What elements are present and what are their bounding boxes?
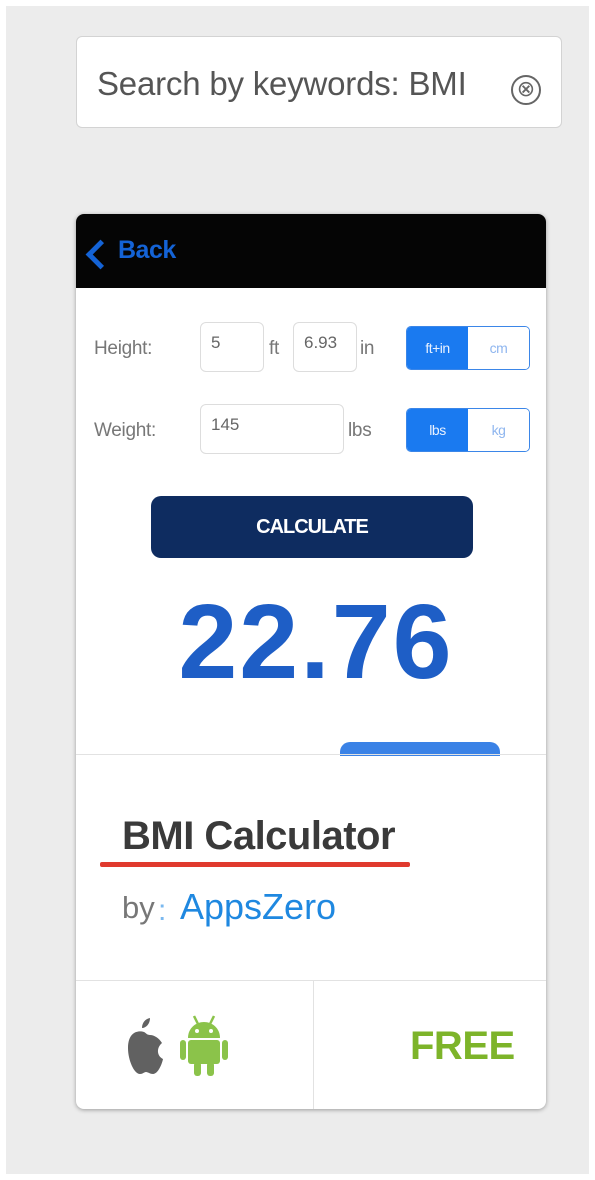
- weight-unit-toggle: lbs kg: [406, 408, 530, 452]
- app-card[interactable]: Back Height: 5 ft 6.93 in ft+in cm Weigh…: [76, 214, 546, 1109]
- footer-divider: [76, 980, 546, 981]
- ft-unit-label: ft: [269, 338, 279, 359]
- developer-link[interactable]: AppsZero: [180, 886, 336, 928]
- height-unit-toggle: ft+in cm: [406, 326, 530, 370]
- search-input[interactable]: Search by keywords: BMI ⊗: [76, 36, 562, 128]
- in-unit-label: in: [360, 338, 375, 359]
- chevron-left-icon: [85, 239, 116, 270]
- card-divider: [76, 754, 546, 755]
- calculate-button: CALCULATE: [151, 496, 473, 558]
- clear-search-icon[interactable]: ⊗: [511, 75, 541, 105]
- weight-unit-label: lbs: [348, 420, 372, 441]
- app-title[interactable]: BMI Calculator: [122, 814, 396, 859]
- app-screenshot: Height: 5 ft 6.93 in ft+in cm Weight: 14…: [76, 288, 546, 756]
- weight-field: 145: [200, 404, 344, 454]
- height-ft-field: 5: [200, 322, 264, 372]
- search-query-text: Search by keywords: BMI: [97, 65, 467, 102]
- height-label: Height:: [94, 338, 153, 359]
- android-icon: [180, 1014, 228, 1083]
- height-unit-ftin: ft+in: [407, 327, 468, 369]
- title-highlight-underline: [100, 862, 410, 867]
- price-label: FREE: [410, 1024, 515, 1068]
- back-link-label: Back: [118, 236, 176, 264]
- weight-unit-lbs: lbs: [407, 409, 468, 451]
- app-screenshot-navbar: Back: [76, 214, 546, 288]
- by-label: by: [122, 890, 155, 925]
- apple-icon: [124, 1014, 164, 1083]
- by-separator: :: [158, 894, 167, 927]
- height-in-field: 6.93: [293, 322, 357, 372]
- footer-vertical-divider: [313, 980, 314, 1109]
- weight-unit-kg: kg: [468, 409, 529, 451]
- weight-label: Weight:: [94, 420, 156, 441]
- height-unit-cm: cm: [468, 327, 529, 369]
- bmi-result: 22.76: [178, 583, 454, 701]
